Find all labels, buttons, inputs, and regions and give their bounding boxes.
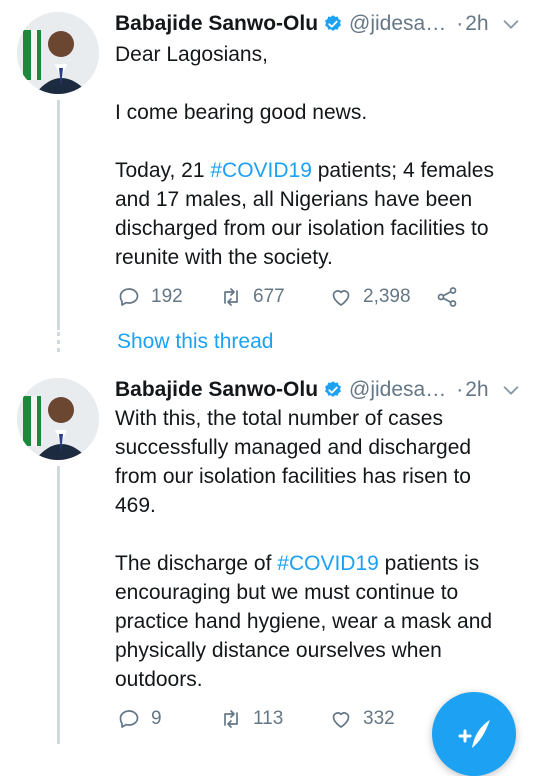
- like-icon: [332, 290, 350, 306]
- like-icon: [332, 712, 350, 728]
- text-line: The discharge of #COVID19 patients is: [115, 549, 515, 578]
- compose-tweet-button[interactable]: [432, 692, 516, 776]
- text-segment: patients; 4 females: [311, 159, 494, 182]
- tweet-2[interactable]: Babajide Sanwo-Olu @jidesa… · 2h With th…: [0, 366, 540, 744]
- retweet-count: 677: [253, 286, 285, 307]
- like-count: 332: [363, 708, 395, 729]
- text-segment: patients is: [378, 552, 480, 575]
- text-segment: Today, 21: [115, 159, 211, 182]
- author-name[interactable]: Babajide Sanwo-Olu: [115, 12, 318, 36]
- compose-icon: [458, 720, 490, 748]
- text-line: successfully managed and discharged: [115, 436, 472, 459]
- avatar[interactable]: [17, 378, 99, 460]
- timestamp[interactable]: 2h: [465, 378, 488, 402]
- like-count: 2,398: [363, 286, 411, 307]
- text-line: reunite with the society.: [115, 246, 333, 269]
- reply-icon: [119, 710, 139, 728]
- verified-badge-icon: [325, 15, 341, 31]
- reply-count: 192: [151, 286, 183, 307]
- text-line: practice hand hygiene, wear a mask and: [115, 610, 493, 633]
- reply-count: 9: [151, 708, 162, 729]
- reply-button[interactable]: 9: [117, 707, 219, 731]
- text-line: encouraging but we must continue to: [115, 581, 459, 604]
- share-button[interactable]: [435, 285, 459, 309]
- thread-dots: [57, 332, 60, 356]
- tweet-1[interactable]: Babajide Sanwo-Olu @jidesa… · 2h Dear La…: [0, 0, 540, 330]
- tweet-actions: 192 677 2,398: [117, 282, 459, 312]
- reply-button[interactable]: 192: [117, 285, 219, 309]
- tweet-actions: 9 113 332: [117, 704, 459, 734]
- tweet-header: Babajide Sanwo-Olu @jidesa… · 2h: [115, 10, 526, 38]
- share-icon: [437, 287, 457, 307]
- thread-connector: [57, 100, 60, 330]
- hashtag-link[interactable]: #COVID19: [277, 552, 379, 575]
- text-line: physically distance ourselves when: [115, 639, 442, 662]
- retweet-button[interactable]: 677: [219, 285, 329, 309]
- text-line: I come bearing good news.: [115, 101, 368, 124]
- text-line: 469.: [115, 494, 156, 517]
- text-line: Dear Lagosians,: [115, 43, 268, 66]
- separator-dot: ·: [456, 378, 464, 401]
- retweet-icon: [224, 710, 238, 728]
- chevron-down-icon[interactable]: [500, 379, 522, 401]
- like-button[interactable]: 332: [329, 707, 435, 731]
- author-name[interactable]: Babajide Sanwo-Olu: [115, 378, 318, 402]
- retweet-icon: [224, 288, 238, 306]
- timestamp[interactable]: 2h: [465, 12, 488, 36]
- reply-icon: [119, 288, 139, 306]
- author-handle[interactable]: @jidesa…: [349, 12, 446, 36]
- text-line: With this, the total number of cases: [115, 407, 443, 430]
- author-handle[interactable]: @jidesa…: [349, 378, 446, 402]
- retweet-count: 113: [253, 708, 284, 729]
- like-button[interactable]: 2,398: [329, 285, 435, 309]
- text-line: outdoors.: [115, 668, 203, 691]
- retweet-button[interactable]: 113: [219, 707, 329, 731]
- text-line: from our isolation facilities has risen …: [115, 465, 471, 488]
- hashtag-link[interactable]: #COVID19: [210, 159, 312, 182]
- chevron-down-icon[interactable]: [500, 13, 522, 35]
- text-segment: The discharge of: [115, 552, 278, 575]
- text-line: Today, 21 #COVID19 patients; 4 females: [115, 156, 515, 185]
- tweet-text: With this, the total number of cases suc…: [115, 404, 515, 694]
- verified-badge-icon: [325, 381, 341, 397]
- text-line: discharged from our isolation facilities…: [115, 217, 489, 240]
- tweet-text: Dear Lagosians, I come bearing good news…: [115, 40, 515, 272]
- separator-dot: ·: [456, 12, 464, 35]
- text-line: and 17 males, all Nigerians have been: [115, 188, 473, 211]
- show-thread-link[interactable]: Show this thread: [117, 330, 273, 354]
- tweet-header: Babajide Sanwo-Olu @jidesa… · 2h: [115, 376, 526, 404]
- avatar[interactable]: [17, 12, 99, 94]
- thread-connector: [57, 466, 60, 744]
